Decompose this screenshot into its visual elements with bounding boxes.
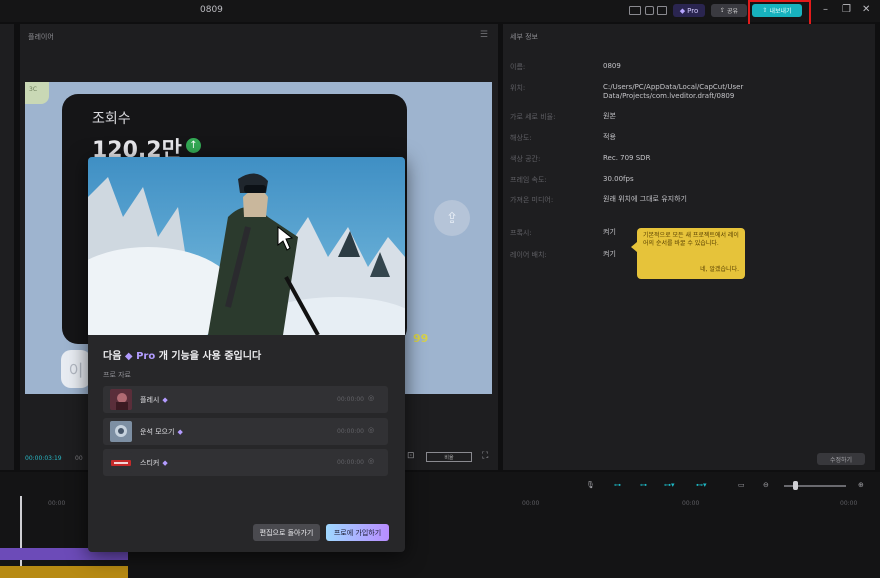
share-icon: ⇪ [719, 7, 725, 14]
detail-value: 원본 [603, 112, 616, 120]
settings-icon[interactable] [645, 6, 654, 15]
detail-value: 적용 [603, 133, 616, 141]
pro-material-label: 프로 자료 [103, 371, 131, 379]
detail-value: Rec. 709 SDR [603, 154, 651, 162]
detail-key: 위치: [510, 84, 526, 92]
timeline-clip[interactable] [0, 566, 128, 578]
dialog-heading: 다음 ◆ Pro 개 기능을 사용 중입니다 [103, 347, 261, 362]
snap-icon[interactable]: ⊶▾ [664, 481, 675, 489]
arrow-up-icon: ↑ [186, 138, 201, 153]
locate-icon[interactable]: ◎ [368, 394, 374, 402]
pro-badge[interactable]: ◆ Pro [673, 4, 705, 17]
pro-item[interactable]: 운석 모으기 ◆ 00:00:00 ◎ [103, 418, 388, 445]
item-time: 00:00:00 [337, 459, 364, 466]
ruler-tick: 00:00 [522, 500, 540, 507]
share-button-label: 공유 [726, 8, 739, 15]
ratio-button[interactable]: 비율 [426, 452, 472, 462]
zoom-knob[interactable] [793, 481, 799, 490]
detail-key: 가로 세로 비율: [510, 113, 556, 121]
detail-value: C:/Users/PC/AppData/Local/CapCut/User Da… [603, 83, 744, 100]
details-panel: 세부 정보 이름: 0809 위치: C:/Users/PC/AppData/L… [503, 24, 875, 470]
project-title: 0809 [200, 5, 223, 15]
detail-key: 해상도: [510, 134, 532, 142]
monitor-icon[interactable]: ▭ [738, 481, 745, 489]
share-button[interactable]: ⇪ 공유 [711, 4, 747, 17]
tooltip-text: 기본적으로 모든 새 프로젝트에서 레이어의 순서를 바꿀 수 있습니다. [643, 232, 739, 247]
fullscreen-icon[interactable]: ⛶ [482, 451, 488, 461]
item-time: 00:00:00 [337, 396, 364, 403]
locate-icon[interactable]: ◎ [368, 457, 374, 465]
back-to-edit-button[interactable]: 편집으로 돌아가기 [253, 524, 320, 541]
under-card: 이 [61, 350, 91, 388]
detail-key: 색상 공간: [510, 155, 541, 163]
ruler-tick: 00:00 [682, 500, 700, 507]
diamond-icon: ◆ [162, 459, 168, 467]
restore-icon[interactable]: ❐ [842, 4, 851, 15]
heading-prefix: 다음 [103, 351, 122, 362]
detail-key: 이름: [510, 63, 526, 71]
pro-item[interactable]: 스티커 ◆ 00:00:00 ◎ [103, 449, 388, 476]
number-badge: 99 [413, 332, 429, 345]
microphone-icon[interactable]: 🎙 [586, 481, 595, 489]
item-time: 00:00:00 [337, 428, 364, 435]
corner-tag: 3C [25, 82, 49, 104]
total-time: 00 [75, 455, 83, 462]
pro-item[interactable]: 플레시 ◆ 00:00:00 ◎ [103, 386, 388, 413]
title-bar: 0809 ◆ Pro ⇪ 공유 ⇧ 내보내기 – ❐ ✕ [0, 0, 880, 34]
detail-value: 원래 위치에 그대로 유지하기 [603, 195, 687, 203]
share-circle-icon: ⇪ [434, 200, 470, 236]
detail-key: 가져온 미디어: [510, 196, 554, 204]
detail-value: 30.00fps [603, 175, 634, 183]
layer-tooltip: 기본적으로 모든 새 프로젝트에서 레이어의 순서를 바꿀 수 있습니다. 네,… [631, 228, 745, 279]
details-title: 세부 정보 [510, 33, 538, 41]
player-title: 플레이어 [28, 33, 54, 41]
close-icon[interactable]: ✕ [862, 4, 870, 15]
left-panel-edge [0, 24, 14, 470]
heading-pro: Pro [136, 351, 156, 362]
zoom-out-icon[interactable]: ⊖ [763, 481, 769, 489]
views-label: 조회수 [92, 111, 131, 127]
minimize-icon[interactable]: – [823, 4, 828, 15]
heading-suffix: 개 기능을 사용 중입니다 [158, 351, 262, 362]
ruler-tick: 00:00 [840, 500, 858, 507]
item-name: 스티커 ◆ [140, 459, 168, 467]
shortcut-icon[interactable] [657, 6, 667, 15]
join-pro-button[interactable]: 프로에 가입하기 [326, 524, 389, 541]
pro-badge-label: Pro [687, 6, 699, 15]
zoom-in-icon[interactable]: ⊕ [858, 481, 864, 489]
current-time: 00:00:03:19 [25, 455, 62, 462]
locate-icon[interactable]: ◎ [368, 426, 374, 434]
item-thumbnail [110, 421, 132, 442]
detail-value: 0809 [603, 62, 621, 70]
link-icon[interactable]: ⊶ [614, 481, 621, 489]
diamond-icon: ◆ [162, 396, 168, 404]
magnet-icon[interactable]: ⊶ [640, 481, 647, 489]
detail-key: 프레임 속도: [510, 176, 547, 184]
menu-icon[interactable]: ☰ [480, 30, 488, 40]
dialog-hero-image [88, 157, 405, 335]
diamond-icon: ◆ [177, 428, 183, 436]
diamond-icon: ◆ [679, 6, 686, 15]
modify-button[interactable]: 수정하기 [817, 453, 865, 465]
item-name: 플레시 ◆ [140, 396, 168, 404]
tooltip-ok-button[interactable]: 네, 알겠습니다. [700, 266, 739, 274]
item-name: 운석 모으기 ◆ [140, 428, 183, 436]
fit-icon[interactable]: ⊡ [407, 451, 415, 461]
detail-key: 프록시: [510, 229, 532, 237]
ruler-tick: 00:00 [48, 500, 66, 507]
item-thumbnail [110, 389, 132, 410]
preview-axis-icon[interactable]: ⊷▾ [696, 481, 707, 489]
detail-key: 레이어 배치: [510, 251, 547, 259]
diamond-icon: ◆ [124, 351, 133, 362]
pro-features-dialog: 다음 ◆ Pro 개 기능을 사용 중입니다 프로 자료 플레시 ◆ 00:00:… [88, 157, 405, 552]
item-thumbnail [110, 452, 132, 473]
layout-icon[interactable] [629, 6, 641, 15]
